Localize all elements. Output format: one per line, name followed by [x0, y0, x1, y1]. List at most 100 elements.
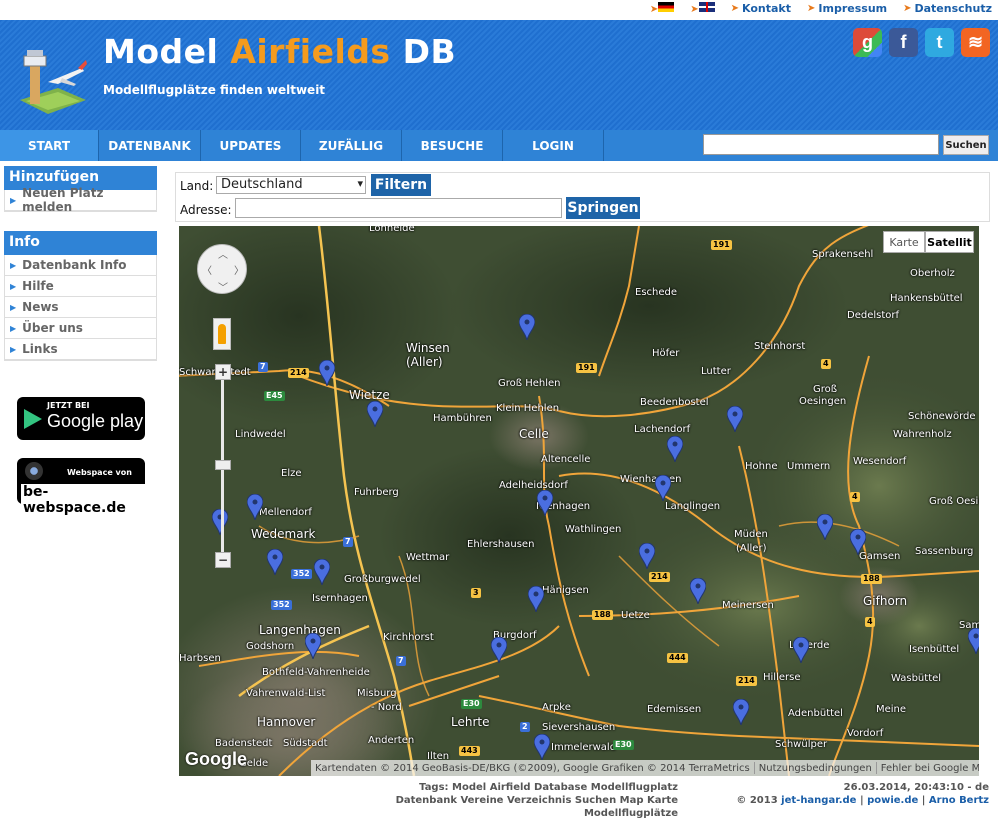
map-place-label: Beedenbostel: [640, 397, 709, 408]
airfield-marker-icon[interactable]: [690, 578, 706, 604]
be-webspace-badge[interactable]: Webspace von be-webspace.de: [17, 458, 145, 516]
google-logo[interactable]: Google: [185, 749, 247, 770]
map-place-label: Hambühren: [433, 413, 492, 424]
jet-hangar-link[interactable]: jet-hangar.de: [781, 795, 856, 806]
airfield-tower-logo-icon[interactable]: [18, 38, 88, 118]
airfield-marker-icon[interactable]: [319, 360, 335, 386]
filter-button[interactable]: Filtern: [371, 174, 431, 196]
kontakt-link[interactable]: ➤ Kontakt: [731, 2, 791, 15]
map-place-label: Lehrte: [451, 715, 490, 729]
nav-login[interactable]: LOGIN: [503, 130, 604, 161]
nav-besuche[interactable]: BESUCHE: [402, 130, 503, 161]
zoom-slider-handle[interactable]: [215, 460, 231, 470]
airfield-marker-icon[interactable]: [528, 586, 544, 612]
sidebar-item-news[interactable]: ▶ News: [5, 297, 156, 318]
address-input[interactable]: [235, 198, 562, 218]
german-flag-icon: [658, 2, 675, 12]
airfield-marker-icon[interactable]: [519, 314, 535, 340]
impressum-link[interactable]: ➤ Impressum: [807, 2, 887, 15]
airfield-marker-icon[interactable]: [850, 529, 866, 555]
pan-up-icon[interactable]: ︿: [218, 246, 228, 261]
map-place-label: Lohheide: [369, 226, 415, 234]
airfield-marker-icon[interactable]: [305, 633, 321, 659]
map-pan-control[interactable]: ︿ ﹀ 〈 〉: [197, 244, 247, 294]
jump-button[interactable]: Springen: [566, 197, 640, 219]
airfield-marker-icon[interactable]: [968, 628, 979, 654]
sidebar-item-links[interactable]: ▶ Links: [5, 339, 156, 360]
nav-updates[interactable]: UPDATES: [201, 130, 301, 161]
zoom-in-button[interactable]: +: [215, 364, 231, 380]
airfield-marker-icon[interactable]: [314, 559, 330, 585]
sidebar-item-hilfe[interactable]: ▶ Hilfe: [5, 276, 156, 297]
airfield-marker-icon[interactable]: [655, 475, 671, 501]
map-place-label: Groß: [813, 384, 838, 395]
twitter-icon[interactable]: t: [925, 28, 954, 57]
airfield-marker-icon[interactable]: [534, 734, 550, 760]
google-plus-icon[interactable]: g: [853, 28, 882, 57]
airfield-marker-icon[interactable]: [817, 514, 833, 540]
nav-start[interactable]: START: [0, 130, 99, 161]
road-shield: E30: [613, 740, 634, 750]
sidebar-item-new-place[interactable]: ▶ Neuen Platz melden: [5, 186, 156, 214]
bullet-icon: ▶: [10, 344, 17, 354]
social-links: g f t ≋: [853, 28, 990, 57]
rss-icon[interactable]: ≋: [961, 28, 990, 57]
road-shield: 4: [821, 359, 831, 369]
pan-down-icon[interactable]: ﹀: [218, 279, 228, 294]
airfield-marker-icon[interactable]: [491, 637, 507, 663]
report-error-link[interactable]: Fehler bei Google Maps melden: [877, 763, 979, 774]
nav-zufaellig[interactable]: ZUFÄLLIG: [301, 130, 402, 161]
map-canvas[interactable]: Lohheide Sprakensehl Oberholz Eschede Ha…: [179, 226, 979, 776]
search-input[interactable]: [703, 134, 939, 155]
language-de[interactable]: ➤: [650, 2, 675, 15]
road-shield: 7: [258, 362, 268, 372]
airfield-marker-icon[interactable]: [267, 549, 283, 575]
terms-link[interactable]: Nutzungsbedingungen: [755, 763, 876, 774]
map-type-satellit[interactable]: Satellit: [925, 231, 974, 253]
pan-left-icon[interactable]: 〈: [202, 262, 212, 277]
facebook-icon[interactable]: f: [889, 28, 918, 57]
site-title[interactable]: Model Airfields DB: [103, 32, 456, 71]
uk-flag-icon: [698, 2, 715, 12]
airfield-marker-icon[interactable]: [793, 637, 809, 663]
zoom-out-button[interactable]: −: [215, 552, 231, 568]
map-place-label: Oesingen: [799, 396, 847, 407]
powie-link[interactable]: powie.de: [867, 795, 918, 806]
airfield-marker-icon[interactable]: [367, 401, 383, 427]
search-button[interactable]: Suchen: [943, 135, 989, 155]
airfield-marker-icon[interactable]: [537, 490, 553, 516]
airfield-marker-icon[interactable]: [733, 699, 749, 725]
bullet-icon: ▶: [10, 323, 17, 333]
nav-datenbank[interactable]: DATENBANK: [99, 130, 201, 161]
land-select[interactable]: Deutschland: [216, 176, 366, 194]
arno-bertz-link[interactable]: Arno Bertz: [929, 795, 989, 806]
road-shield: 188: [861, 574, 882, 584]
map-place-label: Kirchhorst: [383, 632, 434, 643]
airfield-marker-icon[interactable]: [212, 509, 228, 535]
sidebar-item-datenbank-info[interactable]: ▶ Datenbank Info: [5, 255, 156, 276]
sidebar-heading-info: Info: [4, 231, 157, 255]
road-shield: 4: [865, 617, 875, 627]
street-view-pegman-icon[interactable]: [213, 318, 231, 350]
google-play-badge[interactable]: JETZT BEI Google play: [17, 397, 145, 440]
airfield-marker-icon[interactable]: [247, 494, 263, 520]
map-place-label: Langenhagen: [259, 623, 341, 637]
datenschutz-link[interactable]: ➤ Datenschutz: [903, 2, 992, 15]
airfield-marker-icon[interactable]: [639, 543, 655, 569]
map-place-label: - Nord: [371, 702, 402, 713]
road-shield: 443: [459, 746, 480, 756]
airfield-marker-icon[interactable]: [667, 436, 683, 462]
map-place-label: Bothfeld-Vahrenheide: [262, 667, 370, 678]
language-en[interactable]: ➤: [690, 2, 715, 15]
map-place-label: Müden: [734, 529, 768, 540]
map-place-label: Meinersen: [722, 600, 774, 611]
bullet-icon: ▶: [10, 302, 17, 312]
top-bar: ➤ ➤ ➤ Kontakt ➤ Impressum ➤ Datenschutz: [0, 0, 998, 20]
map-place-label: Adelheidsdorf: [499, 480, 568, 491]
map-place-label: Wettmar: [406, 552, 450, 563]
pan-right-icon[interactable]: 〉: [234, 262, 244, 277]
airfield-marker-icon[interactable]: [727, 406, 743, 432]
map-place-label: Wathlingen: [565, 524, 622, 535]
map-type-karte[interactable]: Karte: [883, 231, 925, 253]
sidebar-item-ueber-uns[interactable]: ▶ Über uns: [5, 318, 156, 339]
